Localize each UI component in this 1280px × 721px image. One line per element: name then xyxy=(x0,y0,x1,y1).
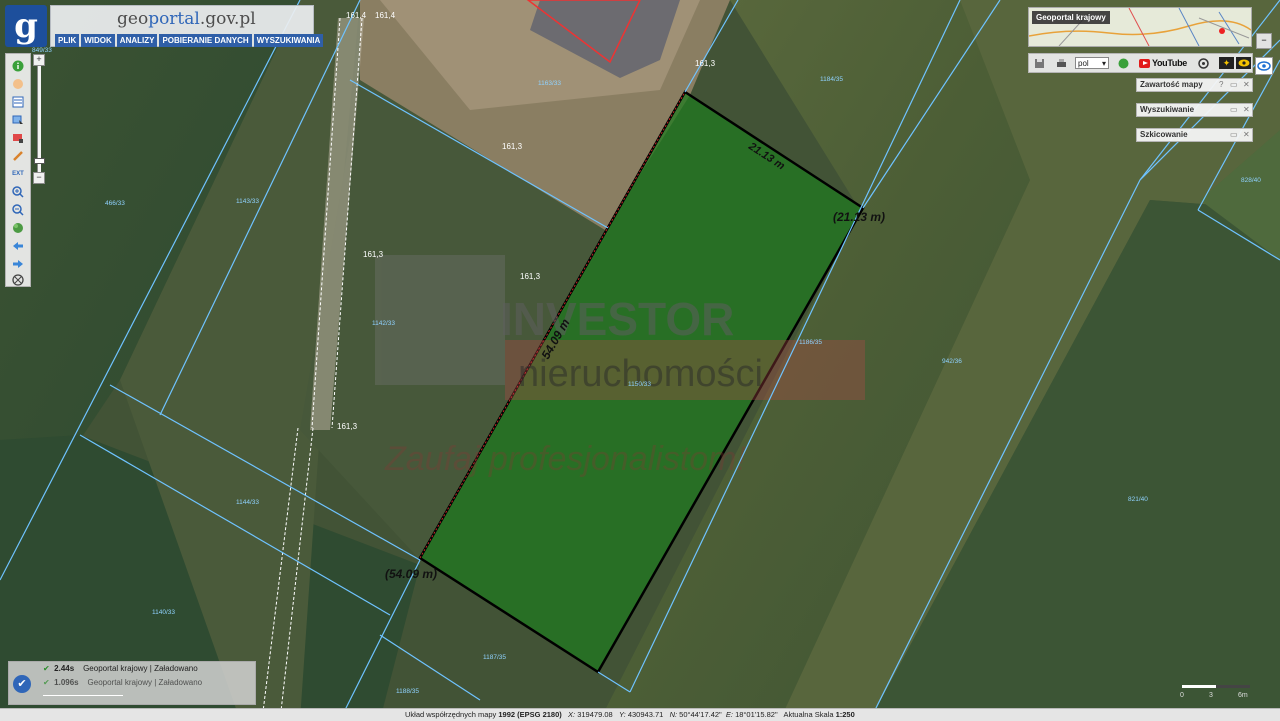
watermark-slogan: Zaufaj profesjonalistom! xyxy=(384,440,747,478)
menu-widok[interactable]: WIDOK xyxy=(81,34,115,47)
coordinates-bar: Układ współrzędnych mapy 1992 (EPSG 2180… xyxy=(0,708,1280,721)
status-row: ✔ 1.096s Geoportal krajowy | Załadowano xyxy=(43,678,203,687)
zoom-slider-plus[interactable]: + xyxy=(33,54,45,66)
settings-icon[interactable] xyxy=(1197,57,1209,69)
logo-letter: g xyxy=(14,6,38,46)
brand-bar: geoportal.gov.pl PLIK WIDOK ANALIZY POBI… xyxy=(50,5,324,47)
svg-text:0: 0 xyxy=(1180,692,1184,699)
parcel-number: 942/36 xyxy=(942,358,962,365)
parcel-number: 1142/33 xyxy=(372,320,395,327)
parcel-number: 1150/33 xyxy=(628,381,651,388)
map-canvas[interactable]: INVESTOR nieruchomości Zaufaj profesjona… xyxy=(0,0,1280,720)
scale-bar: 0 3 6m xyxy=(1180,685,1250,699)
zoom-thumb[interactable] xyxy=(34,158,45,164)
star-icon[interactable]: ✦ xyxy=(1219,57,1234,69)
parcel-number: 1184/35 xyxy=(820,76,843,83)
youtube-icon xyxy=(1139,58,1150,68)
check-icon: ✔ xyxy=(13,675,31,693)
elevation-label: 161,3 xyxy=(695,59,716,68)
measure-delete-icon[interactable] xyxy=(11,131,25,145)
youtube-link[interactable]: YouTube xyxy=(1139,57,1187,69)
svg-text:6m: 6m xyxy=(1238,692,1248,699)
zoom-slider-minus[interactable]: − xyxy=(33,172,45,184)
print-settings-icon[interactable] xyxy=(11,273,25,287)
svg-text:3: 3 xyxy=(1209,692,1213,699)
overview-collapse-button[interactable]: − xyxy=(1256,33,1272,49)
info-icon[interactable] xyxy=(11,59,25,73)
extent-icon[interactable]: EXT xyxy=(11,167,25,181)
chevron-down-icon: ▾ xyxy=(1101,58,1106,68)
parcel-number: 1143/33 xyxy=(236,198,259,205)
loading-status: ✔ ✔ 2.44s Geoportal krajowy | Załadowano… xyxy=(8,661,256,705)
top-toolstrip: pol ▾ YouTube ✦ xyxy=(1028,53,1253,73)
menu-pobieranie-danych[interactable]: POBIERANIE DANYCH xyxy=(159,34,252,47)
main-menu: PLIK WIDOK ANALIZY POBIERANIE DANYCH WYS… xyxy=(55,34,324,47)
left-toolbar: EXT xyxy=(5,53,31,287)
overview-map[interactable]: Geoportal krajowy xyxy=(1028,7,1252,47)
menu-wyszukiwania[interactable]: WYSZUKIWANIA xyxy=(253,34,324,47)
panel-title: Wyszukiwanie xyxy=(1140,105,1195,114)
zoom-track[interactable] xyxy=(37,66,41,172)
parcel-number: 1188/35 xyxy=(396,688,419,695)
progress-bar xyxy=(43,695,123,696)
save-icon[interactable] xyxy=(1033,57,1045,69)
parcel-number: 466/33 xyxy=(105,200,125,207)
select-area-icon[interactable] xyxy=(11,113,25,127)
panel-search[interactable]: Wyszukiwanie ▭ ✕ xyxy=(1136,103,1253,117)
check-icon: ✔ xyxy=(43,678,50,687)
parcel-number: 828/40 xyxy=(1241,177,1261,184)
layers-icon[interactable] xyxy=(11,95,25,109)
parcel-number: 1187/35 xyxy=(483,654,506,661)
menu-plik[interactable]: PLIK xyxy=(55,34,80,47)
minimize-icon[interactable]: ▭ xyxy=(1230,105,1238,114)
zoom-in-icon[interactable] xyxy=(11,185,25,199)
back-icon[interactable] xyxy=(11,239,25,253)
close-icon[interactable]: ✕ xyxy=(1243,80,1250,89)
plot-length-label-paren: (54.09 m) xyxy=(385,567,437,581)
panel-map-content[interactable]: Zawartość mapy ? ▭ ✕ xyxy=(1136,78,1253,92)
panel-title: Zawartość mapy xyxy=(1140,80,1203,89)
elevation-label: 161,3 xyxy=(337,422,358,431)
panel-title: Szkicowanie xyxy=(1140,130,1188,139)
zoom-out-icon[interactable] xyxy=(11,203,25,217)
parcel-number: 1186/35 xyxy=(799,339,822,346)
elevation-label: 161,3 xyxy=(520,272,541,281)
pan-hand-icon[interactable] xyxy=(11,77,25,91)
overview-title: Geoportal krajowy xyxy=(1032,11,1110,24)
help-icon[interactable]: ? xyxy=(1219,80,1223,89)
check-icon: ✔ xyxy=(43,664,50,673)
close-icon[interactable]: ✕ xyxy=(1243,130,1250,139)
minimize-icon[interactable]: ▭ xyxy=(1230,130,1238,139)
globe-icon[interactable] xyxy=(11,221,25,235)
coordinates-readout: Układ współrzędnych mapy 1992 (EPSG 2180… xyxy=(405,710,855,719)
close-icon[interactable]: ✕ xyxy=(1243,105,1250,114)
parcel-number: 1140/33 xyxy=(152,609,175,616)
watermark-brand: INVESTOR xyxy=(500,293,734,345)
elevation-label: 161,3 xyxy=(363,250,384,259)
elevation-label: 161,3 xyxy=(502,142,523,151)
help-icon[interactable] xyxy=(1117,57,1129,69)
geoportal-logo[interactable]: g xyxy=(5,5,47,47)
visibility-toggle[interactable] xyxy=(1255,57,1273,75)
menu-analizy[interactable]: ANALIZY xyxy=(116,34,158,47)
forward-icon[interactable] xyxy=(11,257,25,271)
minimize-icon[interactable]: ▭ xyxy=(1230,80,1238,89)
elevation-label: 161,4 xyxy=(346,11,367,20)
eye-icon[interactable] xyxy=(1236,57,1251,69)
parcel-number: 849/33 xyxy=(32,47,52,54)
parcel-number: 1144/33 xyxy=(236,499,259,506)
watermark-sub: nieruchomości xyxy=(518,353,763,395)
pencil-icon[interactable] xyxy=(11,149,25,163)
panel-sketch[interactable]: Szkicowanie ▭ ✕ xyxy=(1136,128,1253,142)
elevation-label: 161,4 xyxy=(375,11,396,20)
language-select[interactable]: pol ▾ xyxy=(1075,57,1109,69)
parcel-number: 821/40 xyxy=(1128,496,1148,503)
status-row: ✔ 2.44s Geoportal krajowy | Załadowano xyxy=(43,664,198,673)
zoom-slider[interactable]: + − xyxy=(33,54,45,184)
print-icon[interactable] xyxy=(1055,57,1067,69)
plot-width-label-paren: (21.13 m) xyxy=(833,210,885,224)
parcel-number: 1163/33 xyxy=(538,80,561,87)
brand-title: geoportal.gov.pl xyxy=(117,9,256,29)
